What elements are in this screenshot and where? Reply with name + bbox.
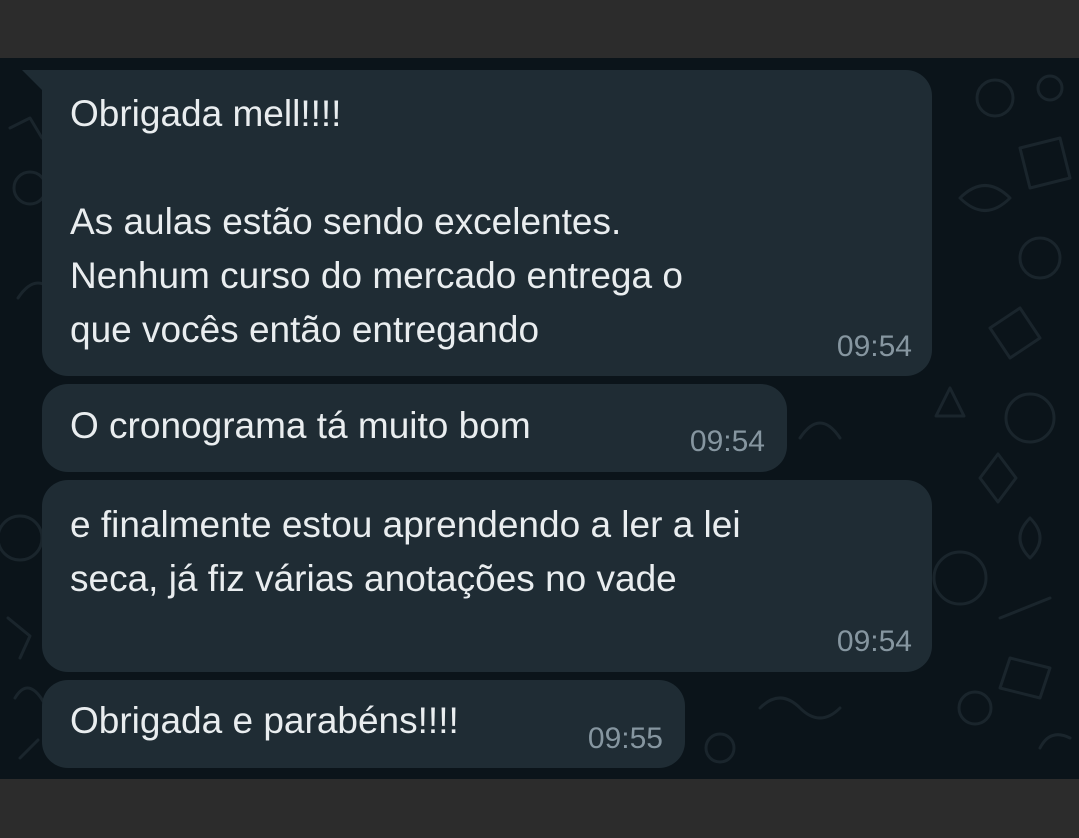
message-timestamp: 09:55 [587,722,663,755]
message-bubble-4[interactable]: Obrigada e parabéns!!!! 09:55 [42,680,685,768]
message-text: Obrigada e parabéns!!!! [70,700,459,741]
message-bubble-1[interactable]: Obrigada mell!!!! As aulas estão sendo e… [22,70,932,376]
message-text: Obrigada mell!!!! As aulas estão sendo e… [70,93,683,350]
message-text: e finalmente estou aprendendo a ler a le… [70,504,741,599]
bubble-tail [22,70,44,92]
message-timestamp: 09:54 [836,330,912,363]
bottom-frame-bar [0,779,1079,838]
message-text: O cronograma tá muito bom [70,405,531,446]
top-frame-bar [0,0,1079,58]
message-timestamp: 09:54 [836,625,912,658]
message-bubble-3[interactable]: e finalmente estou aprendendo a ler a le… [42,480,932,672]
chat-area[interactable]: Obrigada mell!!!! As aulas estão sendo e… [0,58,1079,779]
message-bubble-2[interactable]: O cronograma tá muito bom 09:54 [42,384,787,472]
message-timestamp: 09:54 [689,425,765,458]
